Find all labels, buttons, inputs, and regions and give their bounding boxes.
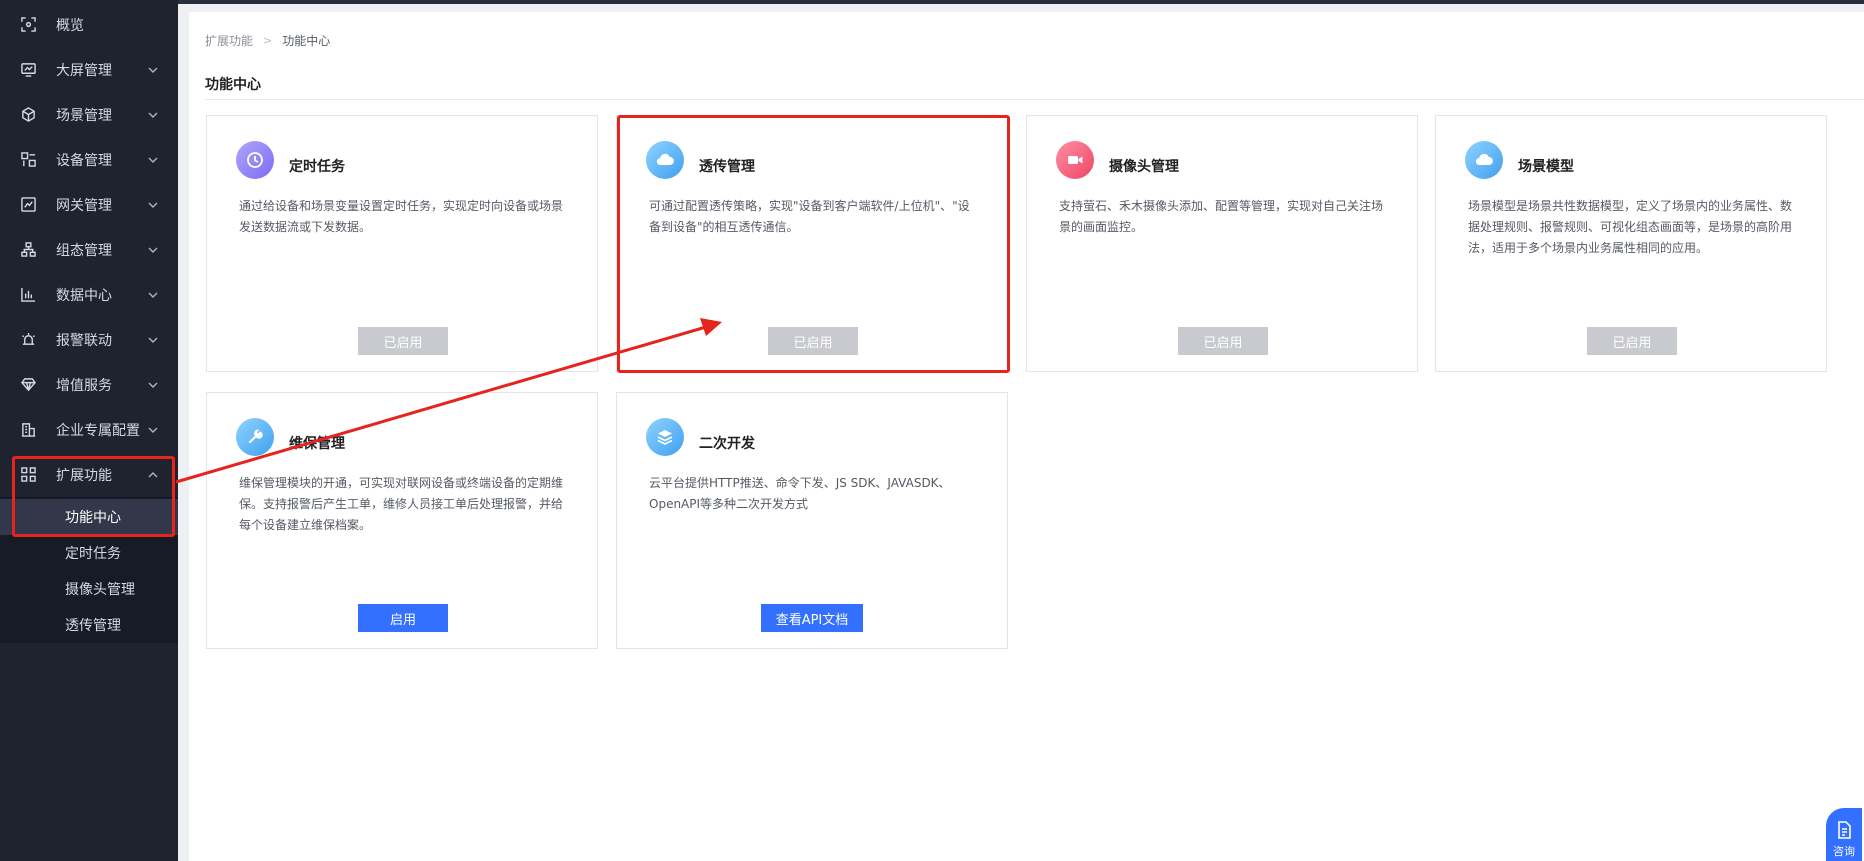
diamond-icon (20, 377, 36, 393)
card-title: 定时任务 (289, 159, 345, 175)
building-icon (20, 422, 36, 438)
submenu-item-label: 定时任务 (65, 546, 121, 562)
topology-icon (20, 242, 36, 258)
submenu-item-label: 摄像头管理 (65, 582, 135, 598)
submenu-item-function-center[interactable]: 功能中心 (0, 499, 178, 535)
card-title: 摄像头管理 (1109, 159, 1179, 175)
card-title: 透传管理 (699, 159, 755, 175)
card-title: 场景模型 (1518, 159, 1574, 175)
card-maintenance-management: 维保管理 维保管理模块的开通，可实现对联网设备或终端设备的定期维保。支持报警后产… (206, 392, 598, 649)
sidebar-item-label: 设备管理 (56, 152, 112, 169)
sidebar-item-label: 报警联动 (56, 332, 112, 349)
view-api-docs-button[interactable]: 查看API文档 (761, 604, 863, 632)
chevron-down-icon (148, 425, 160, 435)
enable-button[interactable]: 启用 (358, 604, 448, 632)
help-label: 咨询 (1833, 845, 1855, 858)
sidebar-item-label: 扩展功能 (56, 467, 112, 484)
divider (205, 99, 1864, 100)
help-button[interactable]: 咨询 (1826, 808, 1862, 861)
submenu-extended-functions: 功能中心 定时任务 摄像头管理 透传管理 (0, 497, 178, 643)
enabled-button[interactable]: 已启用 (768, 327, 858, 355)
card-description: 场景模型是场景共性数据模型，定义了场景内的业务属性、数据处理规则、报警规则、可视… (1468, 199, 1793, 255)
overview-icon (20, 17, 36, 33)
card-description: 云平台提供HTTP推送、命令下发、JS SDK、JAVASDK、OpenAPI等… (649, 476, 951, 511)
sidebar-item-label: 场景管理 (56, 107, 112, 124)
sidebar-item-topology-management[interactable]: 组态管理 (0, 227, 178, 272)
card-camera-management: 摄像头管理 支持萤石、禾木摄像头添加、配置等管理，实现对自己关注场景的画面监控。… (1026, 115, 1418, 372)
submenu-item-scheduled-tasks[interactable]: 定时任务 (0, 535, 178, 571)
sidebar-item-value-added-services[interactable]: 增值服务 (0, 362, 178, 407)
submenu-item-passthrough-management[interactable]: 透传管理 (0, 607, 178, 643)
sidebar-item-label: 组态管理 (56, 242, 112, 259)
chevron-down-icon (148, 290, 160, 300)
card-secondary-development: 二次开发 云平台提供HTTP推送、命令下发、JS SDK、JAVASDK、Ope… (616, 392, 1008, 649)
submenu-item-label: 功能中心 (65, 510, 121, 526)
bar-chart-icon (20, 287, 36, 303)
document-icon (1838, 821, 1851, 839)
cloud-icon (1465, 141, 1503, 179)
enabled-button[interactable]: 已启用 (358, 327, 448, 355)
sidebar-item-label: 增值服务 (56, 377, 112, 394)
enabled-button[interactable]: 已启用 (1178, 327, 1268, 355)
camera-icon (1056, 141, 1094, 179)
sidebar-item-device-management[interactable]: 设备管理 (0, 137, 178, 182)
sidebar-item-extended-functions[interactable]: 扩展功能 (0, 452, 178, 497)
chevron-down-icon (148, 335, 160, 345)
monitor-icon (20, 62, 36, 78)
clock-icon (236, 141, 274, 179)
sidebar-item-enterprise-config[interactable]: 企业专属配置 (0, 407, 178, 452)
sidebar-item-overview[interactable]: 概览 (0, 2, 178, 47)
sidebar-item-label: 网关管理 (56, 197, 112, 214)
submenu-item-camera-management[interactable]: 摄像头管理 (0, 571, 178, 607)
breadcrumb-separator: > (263, 34, 273, 47)
chevron-up-icon (148, 470, 160, 480)
page-title: 功能中心 (205, 77, 261, 93)
breadcrumb-current: 功能中心 (282, 34, 331, 48)
cloud-icon (646, 141, 684, 179)
breadcrumb: 扩展功能 > 功能中心 (205, 32, 330, 49)
layers-icon (646, 418, 684, 456)
card-description: 维保管理模块的开通，可实现对联网设备或终端设备的定期维保。支持报警后产生工单，维… (239, 476, 564, 532)
device-icon (20, 152, 36, 168)
submenu-item-label: 透传管理 (65, 618, 121, 634)
sidebar-item-data-center[interactable]: 数据中心 (0, 272, 178, 317)
chevron-down-icon (148, 200, 160, 210)
chevron-down-icon (148, 380, 160, 390)
sidebar-item-label: 数据中心 (56, 287, 112, 304)
card-title: 维保管理 (289, 436, 345, 452)
sidebar-item-scene-management[interactable]: 场景管理 (0, 92, 178, 137)
sidebar-item-alarm-linkage[interactable]: 报警联动 (0, 317, 178, 362)
sidebar-item-label: 概览 (56, 17, 84, 34)
gateway-icon (20, 197, 36, 213)
breadcrumb-parent[interactable]: 扩展功能 (205, 32, 253, 49)
card-passthrough-management: 透传管理 可通过配置透传策略，实现"设备到客户端软件/上位机"、"设备到设备"的… (616, 115, 1008, 372)
sidebar-item-label: 大屏管理 (56, 62, 112, 79)
chevron-down-icon (148, 65, 160, 75)
chevron-down-icon (148, 155, 160, 165)
sidebar-item-gateway-management[interactable]: 网关管理 (0, 182, 178, 227)
sidebar-item-label: 企业专属配置 (56, 422, 140, 439)
chevron-down-icon (148, 110, 160, 120)
card-scheduled-tasks: 定时任务 通过给设备和场景变量设置定时任务，实现定时向设备或场景发送数据流或下发… (206, 115, 598, 372)
top-bar (178, 0, 1864, 4)
card-scene-model: 场景模型 场景模型是场景共性数据模型，定义了场景内的业务属性、数据处理规则、报警… (1435, 115, 1827, 372)
card-description: 支持萤石、禾木摄像头添加、配置等管理，实现对自己关注场景的画面监控。 (1059, 199, 1384, 234)
alarm-icon (20, 332, 36, 348)
sidebar-item-screen-management[interactable]: 大屏管理 (0, 47, 178, 92)
grid-icon (20, 467, 36, 483)
enabled-button[interactable]: 已启用 (1587, 327, 1677, 355)
card-description: 通过给设备和场景变量设置定时任务，实现定时向设备或场景发送数据流或下发数据。 (239, 199, 564, 234)
sidebar: 概览 大屏管理 场景管理 设备管理 网关管理 组态管理 数据中心 报警联动 增值… (0, 0, 178, 861)
card-description: 可通过配置透传策略，实现"设备到客户端软件/上位机"、"设备到设备"的相互透传通… (649, 199, 970, 234)
wrench-icon (236, 418, 274, 456)
chevron-down-icon (148, 245, 160, 255)
card-title: 二次开发 (699, 436, 755, 452)
cube-icon (20, 107, 36, 123)
